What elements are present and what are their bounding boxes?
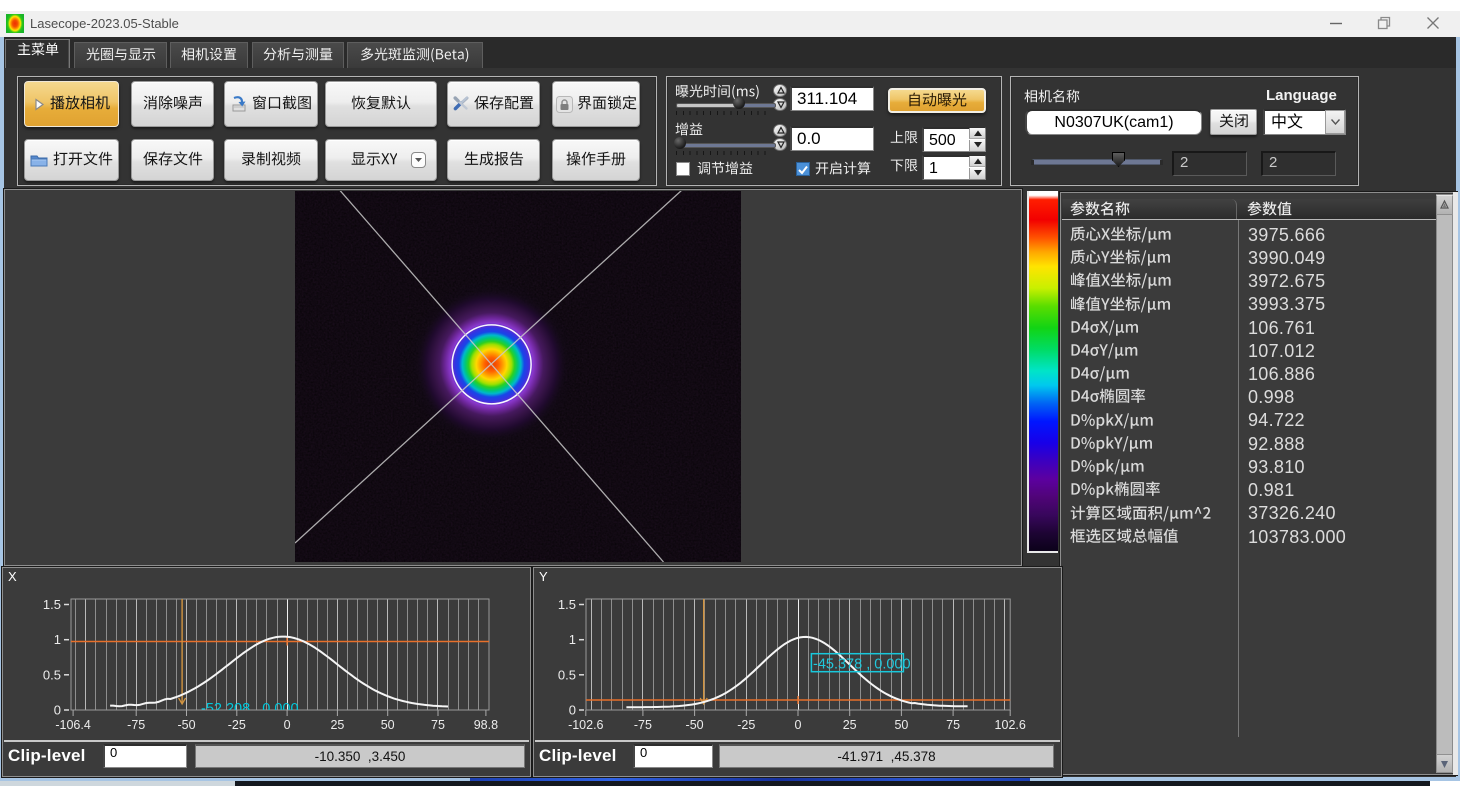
svg-text:50: 50 [381,718,395,732]
svg-text:-45.378 , 0.000: -45.378 , 0.000 [813,657,911,673]
svg-text:0: 0 [284,718,291,732]
svg-text:75: 75 [431,718,445,732]
svg-text:98.8: 98.8 [474,718,498,732]
svg-text:1: 1 [569,632,576,647]
svg-text:-75: -75 [634,718,652,732]
svg-text:0: 0 [795,718,802,732]
svg-text:1.5: 1.5 [558,597,576,612]
svg-text:-106.4: -106.4 [55,718,90,732]
svg-text:-50: -50 [177,718,195,732]
svg-text:0.5: 0.5 [558,667,576,682]
svg-text:0.5: 0.5 [43,667,61,682]
svg-text:-52.208 , 0.000: -52.208 , 0.000 [201,701,299,717]
svg-text:25: 25 [330,718,344,732]
svg-text:75: 75 [946,718,960,732]
svg-text:-75: -75 [127,718,145,732]
svg-text:-25: -25 [737,718,755,732]
svg-text:0: 0 [54,703,61,718]
svg-text:0: 0 [569,703,576,718]
svg-text:1: 1 [54,632,61,647]
svg-text:25: 25 [843,718,857,732]
svg-text:102.6: 102.6 [995,718,1026,732]
svg-text:-50: -50 [686,718,704,732]
svg-text:50: 50 [894,718,908,732]
svg-text:-102.6: -102.6 [568,718,603,732]
svg-text:1.5: 1.5 [43,597,61,612]
svg-text:-25: -25 [228,718,246,732]
